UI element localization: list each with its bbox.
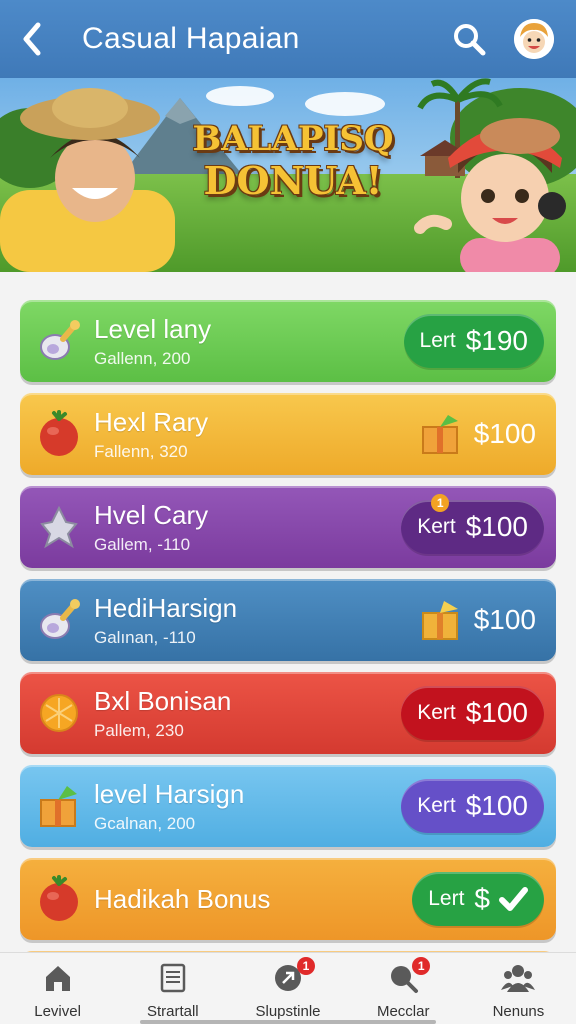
- list-item-subtitle: Galınan, -110: [94, 627, 196, 647]
- claim-button[interactable]: Kert $100: [401, 779, 544, 833]
- list-item[interactable]: HediHarsign Galınan, -110 $100: [20, 579, 556, 661]
- nav-item-nenuns[interactable]: Nenuns: [461, 953, 576, 1024]
- nav-label: Mecclar: [376, 1003, 430, 1020]
- claim-button[interactable]: 1 Kert $100: [401, 494, 544, 554]
- orange-icon: [32, 686, 86, 740]
- nav-item-levivel[interactable]: Levivel: [0, 953, 115, 1024]
- checkmark-icon: [499, 887, 528, 911]
- price-value: $100: [465, 511, 528, 542]
- search-icon: [454, 24, 486, 56]
- bottom-nav: Levivel Strartall 1 Slupstinle 1 Mecclar…: [0, 952, 576, 1024]
- price-value: $100: [465, 697, 528, 728]
- gift-price[interactable]: $100: [418, 411, 536, 457]
- claim-button-label: Lert: [428, 887, 465, 910]
- spoon-icon: [32, 314, 86, 368]
- list-item-title: level Harsign: [94, 778, 245, 809]
- home-indicator: [140, 1020, 436, 1024]
- gift-box-icon: [421, 601, 458, 640]
- promo-banner[interactable]: BALAPISQ DONUA!: [0, 78, 576, 272]
- back-button[interactable]: [0, 0, 64, 78]
- nav-label: Slupstinle: [255, 1003, 321, 1020]
- list-item-title: Hexl Rary: [94, 406, 209, 437]
- nav-label: Levivel: [34, 1003, 81, 1020]
- list-item[interactable]: level Harsign Gcalnan, 200 Kert $100: [20, 765, 556, 847]
- document-icon: [156, 961, 190, 995]
- list-item[interactable]: Hexl Rary Fallenn, 320 $100: [20, 393, 556, 475]
- home-icon: [41, 961, 75, 995]
- pin-icon: 1: [271, 957, 315, 995]
- avatar-icon: [514, 19, 554, 59]
- notification-badge: 1: [412, 957, 431, 975]
- list-item[interactable]: Hvel Cary Gallem, -110 1 Kert $100: [20, 486, 556, 568]
- nav-item-slupstinle[interactable]: 1 Slupstinle: [230, 953, 345, 1024]
- list-item-subtitle: Fallenn, 320: [94, 441, 188, 461]
- claim-button-label: Kert: [417, 515, 456, 538]
- nav-item-mecclar[interactable]: 1 Mecclar: [346, 953, 461, 1024]
- list-item-title: HediHarsign: [94, 592, 238, 623]
- avatar[interactable]: [514, 19, 554, 59]
- price-value: $: [474, 883, 490, 914]
- nav-item-strartall[interactable]: Strartall: [115, 953, 230, 1024]
- list-item-subtitle: Pallem, 230: [94, 720, 184, 740]
- spoon-icon: [32, 593, 86, 647]
- notification-badge: 1: [431, 494, 450, 512]
- list-item-subtitle: Gallem, -110: [94, 534, 191, 554]
- gift-box-icon: [421, 415, 458, 454]
- nav-label: Nenuns: [492, 1003, 545, 1020]
- reward-list: Level lany Gallenn, 200 Lert $190 Hexl R…: [20, 300, 556, 1002]
- gift-price[interactable]: $100: [418, 597, 536, 643]
- people-icon: [501, 961, 536, 995]
- chevron-left-icon: [23, 22, 41, 56]
- price-value: $100: [473, 418, 536, 449]
- banner-title: BALAPISQ DONUA!: [168, 122, 418, 200]
- star-figure-icon: [32, 500, 86, 554]
- claim-button-label: Lert: [419, 329, 456, 352]
- list-item-title: Bxl Bonisan: [94, 685, 232, 716]
- list-item-title: Hadikah Bonus: [94, 883, 271, 914]
- list-item-subtitle: Gcalnan, 200: [94, 813, 196, 833]
- tomato-icon: [32, 407, 86, 461]
- claim-button[interactable]: Lert $190: [403, 314, 544, 368]
- page-title: Casual Hapaian: [82, 22, 300, 55]
- price-value: $100: [473, 604, 536, 635]
- list-item-subtitle: Gallenn, 200: [94, 348, 191, 368]
- price-value: $100: [465, 790, 528, 821]
- search-icon: 1: [386, 957, 431, 995]
- list-item[interactable]: Bxl Bonisan Pallem, 230 Kert $100: [20, 672, 556, 754]
- list-item[interactable]: Hadikah Bonus Lert $: [20, 858, 556, 940]
- claim-button[interactable]: Kert $100: [401, 686, 544, 740]
- notification-badge: 1: [297, 957, 315, 975]
- banner-title-line2: DONUA!: [203, 158, 383, 203]
- banner-title-line1: BALAPISQ: [192, 119, 394, 159]
- tomato-icon: [32, 872, 86, 926]
- list-item[interactable]: Level lany Gallenn, 200 Lert $190: [20, 300, 556, 382]
- search-button[interactable]: [444, 14, 494, 64]
- list-item-title: Level lany: [94, 313, 212, 344]
- list-item-title: Hvel Cary: [94, 499, 209, 530]
- price-value: $190: [465, 325, 528, 356]
- gift-box-icon: [32, 779, 86, 833]
- claim-button-label: Kert: [417, 794, 456, 817]
- claim-button-label: Kert: [417, 701, 456, 724]
- app-bar: Casual Hapaian: [0, 0, 576, 78]
- nav-label: Strartall: [146, 1003, 199, 1020]
- claim-button[interactable]: Lert $: [412, 872, 544, 926]
